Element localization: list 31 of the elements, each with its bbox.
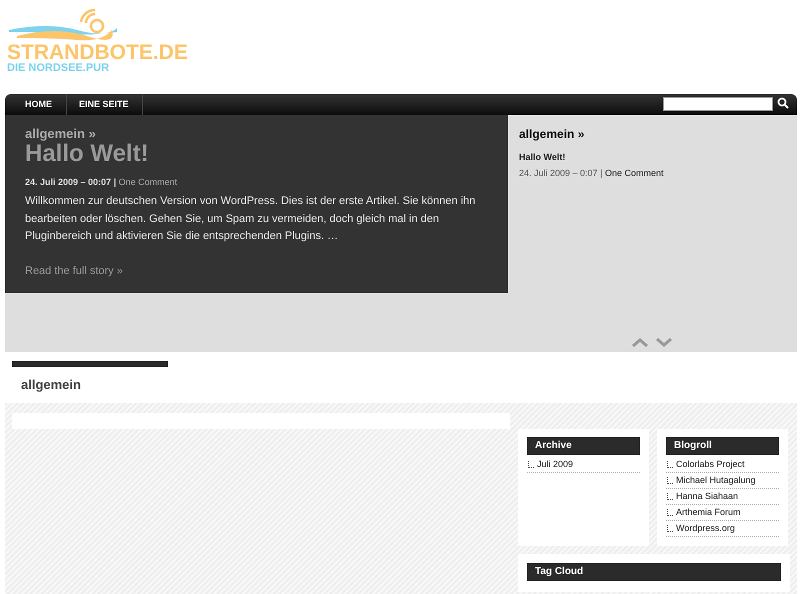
- search-field[interactable]: [663, 97, 773, 111]
- widget-link[interactable]: Juli 2009: [537, 459, 574, 470]
- category-heading[interactable]: allgemein »: [519, 125, 786, 143]
- widget-title: Tag Cloud: [527, 563, 781, 581]
- category-link[interactable]: allgemein »: [25, 127, 488, 142]
- post-link[interactable]: Hallo Welt!: [519, 151, 566, 164]
- tree-line-icon: [667, 477, 673, 484]
- comments-link[interactable]: One Comment: [604, 168, 664, 178]
- widget-link[interactable]: Arthemia Forum: [676, 507, 741, 518]
- post-date: 24. Juli 2009 – 00:07: [25, 176, 112, 187]
- post-date: 24. Juli 2009 – 0:07: [519, 168, 598, 178]
- post-excerpt: Willkommen zur deutschen Version von WordPress. Dies ist der erste Artikel. Sie können ihn bearbeiten oder löschen. Gehen Sie, um Spam zu vermeiden, doch gleich mal in den Pluginbereich und aktivieren Sie die entsprechenden Plugins. …: [25, 194, 476, 244]
- tree-line-icon: [667, 493, 673, 500]
- section-title: allgemein: [21, 376, 82, 394]
- comments-link[interactable]: One Comment: [118, 176, 178, 187]
- tree-line-icon: [667, 461, 673, 468]
- tree-line-icon: [667, 509, 673, 516]
- widget-link[interactable]: Hanna Siahaan: [676, 491, 738, 502]
- separator: |: [600, 168, 602, 178]
- tree-line-icon: [667, 525, 673, 532]
- post-title[interactable]: Hallo Welt!: [25, 141, 488, 168]
- widget-link[interactable]: Michael Hutagalung: [676, 475, 756, 486]
- widget-link[interactable]: Colorlabs Project: [676, 459, 745, 470]
- site-tagline: DIE NORDSEE.PUR: [7, 63, 110, 74]
- widget-link[interactable]: Wordpress.org: [676, 523, 735, 534]
- read-more-link[interactable]: Read the full story »: [25, 264, 123, 277]
- search-icon[interactable]: [777, 97, 789, 109]
- widget-title: Archive: [527, 437, 640, 455]
- separator: |: [114, 176, 116, 187]
- widget-title: Blogroll: [666, 437, 779, 455]
- tree-line-icon: [528, 461, 534, 468]
